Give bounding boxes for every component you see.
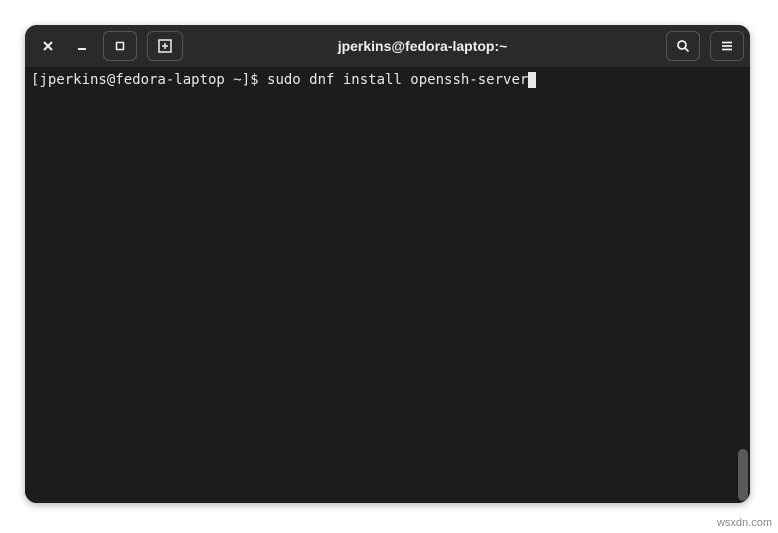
minimize-button[interactable] [65, 31, 99, 61]
close-icon [42, 40, 54, 52]
titlebar-left-controls [31, 31, 183, 61]
cursor [528, 72, 536, 88]
titlebar: jperkins@fedora-laptop:~ [25, 25, 750, 67]
shell-prompt: [jperkins@fedora-laptop ~]$ [31, 72, 267, 88]
maximize-button[interactable] [103, 31, 137, 61]
scrollbar-thumb[interactable] [738, 449, 748, 501]
typed-command: sudo dnf install openssh-server [267, 72, 528, 88]
close-button[interactable] [31, 31, 65, 61]
menu-button[interactable] [710, 31, 744, 61]
terminal-content[interactable]: [jperkins@fedora-laptop ~]$ sudo dnf ins… [25, 67, 750, 503]
new-tab-button[interactable] [147, 31, 183, 61]
minimize-icon [76, 40, 88, 52]
titlebar-right-controls [662, 31, 744, 61]
hamburger-icon [720, 39, 734, 53]
maximize-icon [115, 41, 125, 51]
watermark: wsxdn.com [717, 517, 772, 529]
window-title: jperkins@fedora-laptop:~ [183, 38, 662, 54]
terminal-window: jperkins@fedora-laptop:~ [jperkins@fedor… [25, 25, 750, 503]
prompt-line: [jperkins@fedora-laptop ~]$ sudo dnf ins… [31, 71, 744, 91]
search-icon [676, 39, 690, 53]
new-tab-icon [157, 38, 173, 54]
search-button[interactable] [666, 31, 700, 61]
